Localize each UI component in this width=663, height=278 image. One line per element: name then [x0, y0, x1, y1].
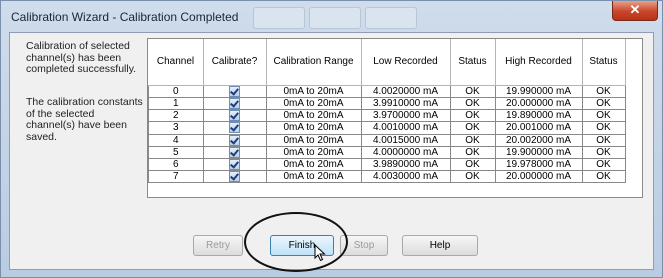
table-body: 0 0mA to 20mA 4.0020000 mA OK 19.990000 mA OK… — [148, 84, 626, 184]
cell-range: 0mA to 20mA — [265, 97, 362, 111]
calibrate-checkbox[interactable] — [229, 122, 240, 134]
mouse-pointer-icon — [314, 244, 326, 262]
cell-high-recorded: 20.000000 mA — [494, 97, 583, 111]
cell-channel: 6 — [148, 157, 204, 171]
cell-high-recorded: 19.990000 mA — [494, 84, 583, 99]
cell-high-recorded: 20.001000 mA — [494, 121, 583, 135]
help-button[interactable]: Help — [402, 235, 478, 256]
table-row[interactable]: 5 0mA to 20mA 4.0000000 mA OK 19.900000 mA OK — [148, 145, 626, 159]
column-header-channel: Channel — [148, 39, 204, 86]
cell-range: 0mA to 20mA — [265, 133, 362, 147]
cell-status-low: OK — [449, 121, 496, 135]
cell-status-high: OK — [581, 97, 626, 111]
cell-calibrate[interactable] — [202, 145, 267, 159]
cell-calibrate[interactable] — [202, 109, 267, 123]
cell-channel: 3 — [148, 121, 204, 135]
cell-status-low: OK — [449, 169, 496, 184]
cell-low-recorded: 3.9890000 mA — [360, 157, 451, 171]
calibrate-checkbox[interactable] — [229, 158, 240, 170]
calibrate-checkbox[interactable] — [229, 146, 240, 158]
close-button[interactable]: ✕ — [612, 1, 658, 21]
cell-low-recorded: 4.0020000 mA — [360, 84, 451, 99]
cell-range: 0mA to 20mA — [265, 84, 362, 99]
calibrate-checkbox[interactable] — [229, 134, 240, 146]
cell-low-recorded: 3.9700000 mA — [360, 109, 451, 123]
column-header-status: Status — [450, 39, 496, 86]
close-icon: ✕ — [629, 2, 641, 17]
background-taskbar-blur — [365, 7, 417, 29]
cell-range: 0mA to 20mA — [265, 157, 362, 171]
cell-calibrate[interactable] — [202, 169, 267, 184]
cell-high-recorded: 19.900000 mA — [494, 145, 583, 159]
table-row[interactable]: 1 0mA to 20mA 3.9910000 mA OK 20.000000 mA OK — [148, 97, 626, 111]
stop-button[interactable]: Stop — [340, 235, 388, 256]
wizard-content: Calibration of selected channel(s) has b… — [9, 32, 654, 270]
calibration-wizard-window: Calibration Wizard - Calibration Complet… — [0, 0, 663, 278]
column-header-calibrate: Calibrate? — [203, 39, 267, 86]
title-bar: Calibration Wizard - Calibration Complet… — [1, 1, 662, 32]
cell-channel: 7 — [148, 169, 204, 184]
column-header-status: Status — [582, 39, 626, 86]
cell-calibrate[interactable] — [202, 97, 267, 111]
cell-range: 0mA to 20mA — [265, 145, 362, 159]
window-title: Calibration Wizard - Calibration Complet… — [11, 10, 239, 24]
cell-high-recorded: 20.002000 mA — [494, 133, 583, 147]
cell-status-low: OK — [449, 109, 496, 123]
calibrate-checkbox[interactable] — [229, 98, 240, 110]
cell-range: 0mA to 20mA — [265, 169, 362, 184]
column-header-low-recorded: Low Recorded — [361, 39, 451, 86]
cell-calibrate[interactable] — [202, 84, 267, 99]
background-taskbar-blur — [253, 7, 305, 29]
saved-message: The calibration constants of the selecte… — [26, 96, 143, 143]
calibration-results-table[interactable]: Channel Calibrate? Calibration Range Low… — [147, 38, 643, 198]
success-message: Calibration of selected channel(s) has b… — [26, 40, 137, 75]
cell-status-high: OK — [581, 145, 626, 159]
cell-range: 0mA to 20mA — [265, 109, 362, 123]
cell-high-recorded: 20.000000 mA — [494, 169, 583, 184]
table-header-row: Channel Calibrate? Calibration Range Low… — [148, 39, 626, 86]
table-row[interactable]: 0 0mA to 20mA 4.0020000 mA OK 19.990000 mA OK — [148, 84, 626, 99]
table-row[interactable]: 7 0mA to 20mA 4.0030000 mA OK 20.000000 mA OK — [148, 169, 626, 184]
cell-channel: 4 — [148, 133, 204, 147]
cell-status-high: OK — [581, 157, 626, 171]
cell-calibrate[interactable] — [202, 121, 267, 135]
cell-status-high: OK — [581, 109, 626, 123]
table-row[interactable]: 3 0mA to 20mA 4.0010000 mA OK 20.001000 mA OK — [148, 121, 626, 135]
cell-status-high: OK — [581, 133, 626, 147]
column-header-high-recorded: High Recorded — [495, 39, 583, 86]
cell-status-high: OK — [581, 169, 626, 184]
cell-high-recorded: 19.978000 mA — [494, 157, 583, 171]
cell-status-low: OK — [449, 157, 496, 171]
cell-channel: 2 — [148, 109, 204, 123]
cell-calibrate[interactable] — [202, 157, 267, 171]
cell-channel: 0 — [148, 84, 204, 99]
cell-range: 0mA to 20mA — [265, 121, 362, 135]
cell-calibrate[interactable] — [202, 133, 267, 147]
cell-low-recorded: 4.0015000 mA — [360, 133, 451, 147]
calibrate-checkbox[interactable] — [229, 110, 240, 122]
cell-high-recorded: 19.890000 mA — [494, 109, 583, 123]
calibrate-checkbox[interactable] — [229, 170, 240, 182]
retry-button[interactable]: Retry — [193, 235, 243, 256]
table-row[interactable]: 2 0mA to 20mA 3.9700000 mA OK 19.890000 mA OK — [148, 109, 626, 123]
cell-status-low: OK — [449, 133, 496, 147]
cell-channel: 1 — [148, 97, 204, 111]
cell-status-low: OK — [449, 97, 496, 111]
cell-low-recorded: 4.0000000 mA — [360, 145, 451, 159]
cell-status-low: OK — [449, 145, 496, 159]
calibrate-checkbox[interactable] — [229, 86, 240, 97]
cell-low-recorded: 3.9910000 mA — [360, 97, 451, 111]
cell-channel: 5 — [148, 145, 204, 159]
background-taskbar-blur — [309, 7, 361, 29]
cell-status-high: OK — [581, 84, 626, 99]
table-row[interactable]: 6 0mA to 20mA 3.9890000 mA OK 19.978000 mA OK — [148, 157, 626, 171]
cell-status-high: OK — [581, 121, 626, 135]
column-header-range: Calibration Range — [266, 39, 362, 86]
table-row[interactable]: 4 0mA to 20mA 4.0015000 mA OK 20.002000 mA OK — [148, 133, 626, 147]
cell-low-recorded: 4.0030000 mA — [360, 169, 451, 184]
results-grid: Channel Calibrate? Calibration Range Low… — [148, 39, 626, 184]
cell-status-low: OK — [449, 84, 496, 99]
cell-low-recorded: 4.0010000 mA — [360, 121, 451, 135]
